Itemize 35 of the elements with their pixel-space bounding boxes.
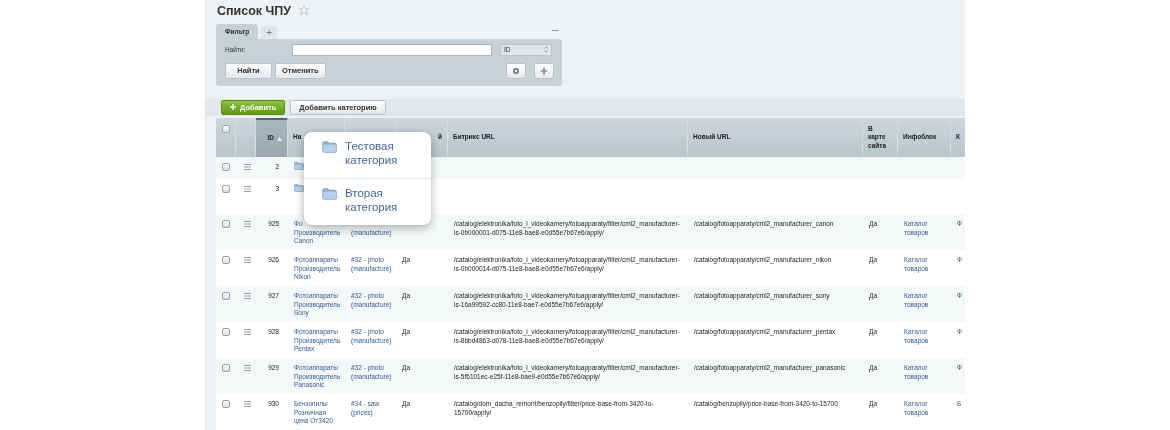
menu-icon[interactable] [244, 293, 251, 299]
checkbox[interactable] [222, 364, 230, 372]
checkbox[interactable] [222, 256, 230, 264]
checkbox[interactable] [222, 163, 230, 171]
settings-button[interactable] [506, 62, 526, 79]
checkbox[interactable] [222, 328, 230, 336]
category-item[interactable]: Вторая категория [304, 178, 431, 225]
menu-icon[interactable] [244, 329, 251, 335]
menu-icon[interactable] [244, 186, 251, 192]
menu-icon[interactable] [244, 365, 251, 371]
plus-icon [230, 104, 236, 111]
folder-icon [322, 188, 337, 200]
menu-icon[interactable] [244, 164, 251, 170]
add-button[interactable] [534, 62, 554, 79]
star-icon[interactable] [299, 5, 310, 18]
folder-icon [294, 184, 304, 192]
menu-icon[interactable] [244, 257, 251, 263]
checkbox[interactable] [222, 400, 230, 408]
category-item[interactable]: Тестовая категория [304, 132, 431, 178]
checkbox[interactable] [222, 292, 230, 300]
menu-icon[interactable] [244, 401, 251, 407]
page-title: Список ЧПУ [217, 4, 292, 19]
checkbox[interactable] [221, 125, 230, 133]
folder-icon [294, 162, 304, 170]
filter-tab[interactable]: + [261, 25, 278, 39]
minimize-icon[interactable] [552, 29, 558, 31]
plus-icon [540, 66, 548, 75]
sort-arrow-icon [277, 136, 282, 141]
checkbox[interactable] [222, 185, 230, 193]
folder-icon [322, 141, 337, 153]
checkbox[interactable] [222, 220, 230, 228]
settings-icon [512, 66, 520, 75]
menu-icon[interactable] [244, 221, 251, 227]
search-field[interactable] [292, 43, 492, 56]
updown-arrows-icon [544, 46, 548, 54]
